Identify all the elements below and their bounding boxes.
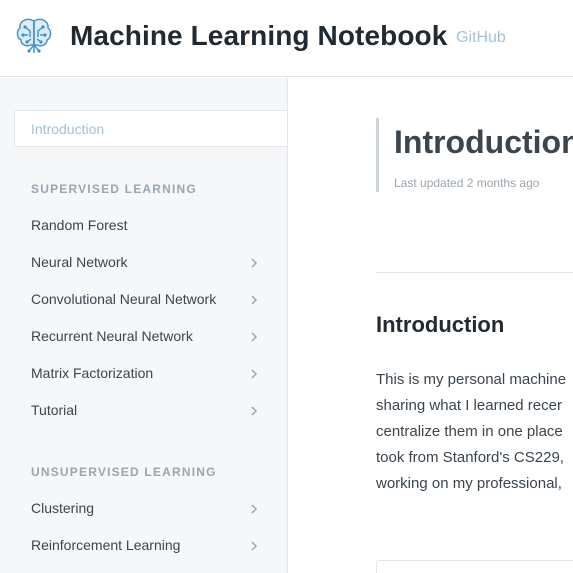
paragraph-line: sharing what I learned recer <box>376 397 562 414</box>
sidebar-item-neural-network[interactable]: Neural Network <box>14 246 287 280</box>
last-updated: Last updated 2 months ago <box>394 176 540 190</box>
main-content: Introduction Last updated 2 months ago I… <box>289 78 573 573</box>
top-header: Machine Learning Notebook GitHub <box>0 0 573 77</box>
sidebar-item-label: Matrix Factorization <box>31 365 154 381</box>
paragraph-line: took from Stanford's CS229, <box>376 449 564 466</box>
chevron-right-icon[interactable] <box>248 503 260 515</box>
sidebar-item-matrix-factorization[interactable]: Matrix Factorization <box>14 357 287 391</box>
content-card[interactable] <box>376 560 573 573</box>
chevron-right-icon[interactable] <box>248 540 260 552</box>
sidebar-item-introduction[interactable]: Introduction <box>14 110 287 147</box>
section-title-unsupervised: UNSUPERVISED LEARNING <box>31 465 217 479</box>
divider <box>376 272 573 273</box>
sidebar-item-label: Tutorial <box>31 402 78 418</box>
page-title: Introduction <box>394 124 573 160</box>
sidebar-item-label: Convolutional Neural Network <box>31 291 217 307</box>
sidebar-item-clustering[interactable]: Clustering <box>14 492 287 526</box>
chevron-right-icon[interactable] <box>248 405 260 417</box>
sidebar-item-label: Introduction <box>31 121 105 137</box>
paragraph-line: centralize them in one place <box>376 423 563 440</box>
section-title-supervised: SUPERVISED LEARNING <box>31 182 197 196</box>
sidebar-item-random-forest[interactable]: Random Forest <box>14 209 287 243</box>
paragraph-line: This is my personal machine <box>376 371 567 388</box>
intro-paragraph: This is my personal machine sharing what… <box>376 367 573 497</box>
sidebar: Introduction SUPERVISED LEARNING Random … <box>0 78 288 573</box>
title-accent-bar <box>376 118 379 192</box>
chevron-right-icon[interactable] <box>248 257 260 269</box>
chevron-right-icon[interactable] <box>248 368 260 380</box>
sidebar-item-label: Reinforcement Learning <box>31 537 181 553</box>
brain-circuit-icon[interactable] <box>15 15 53 55</box>
site-title[interactable]: Machine Learning Notebook <box>70 20 447 52</box>
sidebar-item-tutorial[interactable]: Tutorial <box>14 394 287 428</box>
sidebar-item-label: Recurrent Neural Network <box>31 328 193 344</box>
chevron-right-icon[interactable] <box>248 331 260 343</box>
sidebar-item-label: Random Forest <box>31 217 128 233</box>
sidebar-item-reinforcement-learning[interactable]: Reinforcement Learning <box>14 529 287 563</box>
chevron-right-icon[interactable] <box>248 294 260 306</box>
section-heading: Introduction <box>376 312 505 337</box>
sidebar-item-recurrent-neural-network[interactable]: Recurrent Neural Network <box>14 320 287 354</box>
sidebar-item-label: Clustering <box>31 500 95 516</box>
sidebar-item-convolutional-neural-network[interactable]: Convolutional Neural Network <box>14 283 287 317</box>
paragraph-line: working on my professional, <box>376 475 562 492</box>
sidebar-item-label: Neural Network <box>31 254 128 270</box>
github-link[interactable]: GitHub <box>456 29 506 47</box>
